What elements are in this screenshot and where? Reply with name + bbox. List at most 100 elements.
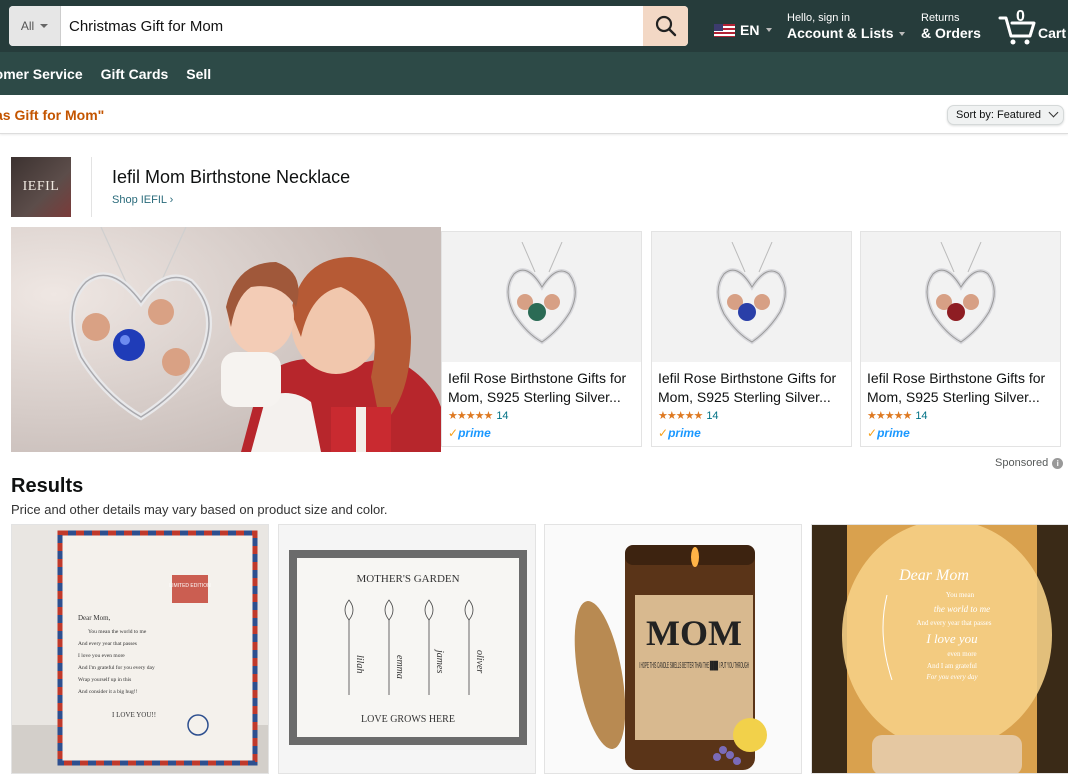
search-category-dropdown[interactable]: All: [9, 6, 61, 46]
chevron-down-icon: [40, 24, 49, 28]
product-rating[interactable]: ★★★★★ 14: [658, 409, 719, 423]
search-category-label: All: [20, 19, 35, 33]
star-rating-icon: ★★★★★: [448, 410, 493, 422]
nav-sell[interactable]: Sell: [186, 66, 211, 82]
account-lists-menu[interactable]: Hello, sign in Account & Lists: [787, 11, 906, 41]
language-selector[interactable]: EN: [714, 22, 773, 38]
top-nav-bar: All EN Hello, sign in Account & Lists Re…: [0, 0, 1068, 52]
product-image[interactable]: [652, 232, 851, 362]
results-heading: Results: [11, 475, 84, 497]
check-icon: ✓: [867, 426, 878, 440]
necklace-image: [924, 242, 996, 345]
product-title[interactable]: Iefil Rose Birthstone Gifts for Mom, S92…: [448, 369, 638, 407]
prime-label: prime: [877, 426, 910, 440]
blanket-line: And consider it a big hug!!: [78, 689, 138, 695]
blanket-badge-text: LIMITED EDITION: [169, 583, 211, 589]
prime-badge: ✓prime: [658, 426, 701, 440]
secondary-nav: tomer Service Gift Cards Sell: [0, 52, 1068, 95]
prime-label: prime: [458, 426, 491, 440]
chevron-down-icon: [766, 28, 773, 32]
info-icon: i: [1052, 457, 1064, 469]
lamp-line: even more: [947, 650, 976, 658]
sponsored-product-card[interactable]: Iefil Rose Birthstone Gifts for Mom, S92…: [651, 231, 852, 447]
garden-footer: LOVE GROWS HERE: [361, 714, 455, 725]
necklace-image: [505, 242, 577, 345]
sponsored-label[interactable]: Sponsored i: [995, 457, 1064, 469]
product-rating[interactable]: ★★★★★ 14: [867, 409, 928, 423]
returns-orders-link[interactable]: Returns & Orders: [921, 11, 981, 41]
result-product-image[interactable]: MOM I HOPE THIS CANDLE SMELLS BETTER THA…: [544, 524, 802, 774]
cart-label: Cart: [1038, 25, 1067, 41]
cart-button[interactable]: 0 Cart: [998, 8, 1068, 45]
blanket-line: And I'm grateful for you every day: [78, 664, 155, 671]
product-title[interactable]: Iefil Rose Birthstone Gifts for Mom, S92…: [658, 369, 848, 407]
product-image[interactable]: [861, 232, 1060, 362]
sort-value: Featured: [996, 109, 1041, 121]
account-greeting: Hello, sign in: [787, 12, 850, 24]
sponsored-product-card[interactable]: Iefil Rose Birthstone Gifts for Mom, S92…: [441, 231, 642, 447]
product-image[interactable]: [442, 232, 641, 362]
lamp-title: Dear Mom: [898, 567, 969, 584]
lamp-line: I love you: [925, 631, 978, 646]
nav-customer-service[interactable]: tomer Service: [0, 66, 83, 82]
prime-badge: ✓prime: [448, 426, 491, 440]
blanket-closing: I LOVE YOU!!: [112, 711, 156, 719]
garden-title: MOTHER'S GARDEN: [356, 573, 459, 585]
candle-label-text: I HOPE THIS CANDLE SMELLS BETTER THAN TH…: [639, 660, 749, 671]
birthstone-gem: [527, 303, 546, 321]
rating-count: 14: [706, 409, 719, 422]
letter-blanket-image: LIMITED EDITION Dear Mom, You mean the w…: [12, 525, 268, 773]
dear-mom-lamp-image: Dear Mom You mean the world to me And ev…: [812, 525, 1068, 773]
rating-count: 14: [496, 409, 509, 422]
shop-brand-link[interactable]: Shop IEFIL ›: [112, 194, 173, 206]
orders-label: & Orders: [921, 25, 981, 41]
brand-logo-text: IEFIL: [22, 179, 60, 194]
check-icon: ✓: [658, 426, 669, 440]
brand-title[interactable]: Iefil Mom Birthstone Necklace: [112, 167, 350, 188]
cart-count: 0: [1016, 8, 1025, 25]
birthstone-gem: [737, 303, 756, 321]
result-product-image[interactable]: Dear Mom You mean the world to me And ev…: [811, 524, 1068, 774]
lamp-line: And I am grateful: [927, 662, 977, 670]
mom-candle-image: MOM I HOPE THIS CANDLE SMELLS BETTER THA…: [545, 525, 801, 773]
sort-label: Sort by:: [956, 109, 994, 121]
prime-label: prime: [668, 426, 701, 440]
sort-dropdown[interactable]: Sort by: Featured: [947, 105, 1064, 125]
candle-mom-text: MOM: [646, 613, 742, 653]
sponsored-product-card[interactable]: Iefil Rose Birthstone Gifts for Mom, S92…: [860, 231, 1061, 447]
product-title[interactable]: Iefil Rose Birthstone Gifts for Mom, S92…: [867, 369, 1057, 407]
returns-label: Returns: [921, 12, 960, 24]
search-bar: All: [9, 6, 688, 46]
language-label: EN: [740, 22, 760, 38]
blanket-greeting: Dear Mom,: [78, 614, 111, 622]
garden-name: james: [434, 648, 445, 673]
garden-name: oliver: [474, 650, 485, 673]
search-icon: [655, 15, 676, 37]
birthstone-gem: [946, 303, 965, 321]
search-button[interactable]: [643, 6, 688, 46]
result-product-image[interactable]: MOTHER'S GARDEN lilah emma james oliver …: [278, 524, 536, 774]
search-query-echo: as Gift for Mom": [0, 107, 105, 123]
product-rating[interactable]: ★★★★★ 14: [448, 409, 509, 423]
rating-count: 14: [915, 409, 928, 422]
garden-name: emma: [394, 655, 405, 679]
results-info-bar: as Gift for Mom" Sort by: Featured: [0, 95, 1068, 134]
blanket-line: I love you even more: [78, 653, 125, 659]
lamp-line: And every year that passes: [916, 619, 991, 627]
lamp-line: You mean: [946, 591, 975, 599]
prime-badge: ✓prime: [867, 426, 910, 440]
brand-hero-image[interactable]: [11, 227, 441, 452]
star-rating-icon: ★★★★★: [867, 410, 912, 422]
chevron-down-icon: [1048, 107, 1059, 118]
lamp-line: the world to me: [934, 604, 990, 614]
divider: [91, 157, 92, 217]
blanket-line: Wrap yourself up in this: [78, 676, 131, 683]
us-flag-icon: [714, 23, 735, 37]
brand-logo[interactable]: IEFIL: [11, 157, 71, 217]
check-icon: ✓: [448, 426, 459, 440]
result-product-image[interactable]: LIMITED EDITION Dear Mom, You mean the w…: [11, 524, 269, 774]
nav-gift-cards[interactable]: Gift Cards: [101, 66, 169, 82]
chevron-down-icon: [899, 32, 906, 37]
star-rating-icon: ★★★★★: [658, 410, 703, 422]
search-input[interactable]: [61, 6, 643, 46]
